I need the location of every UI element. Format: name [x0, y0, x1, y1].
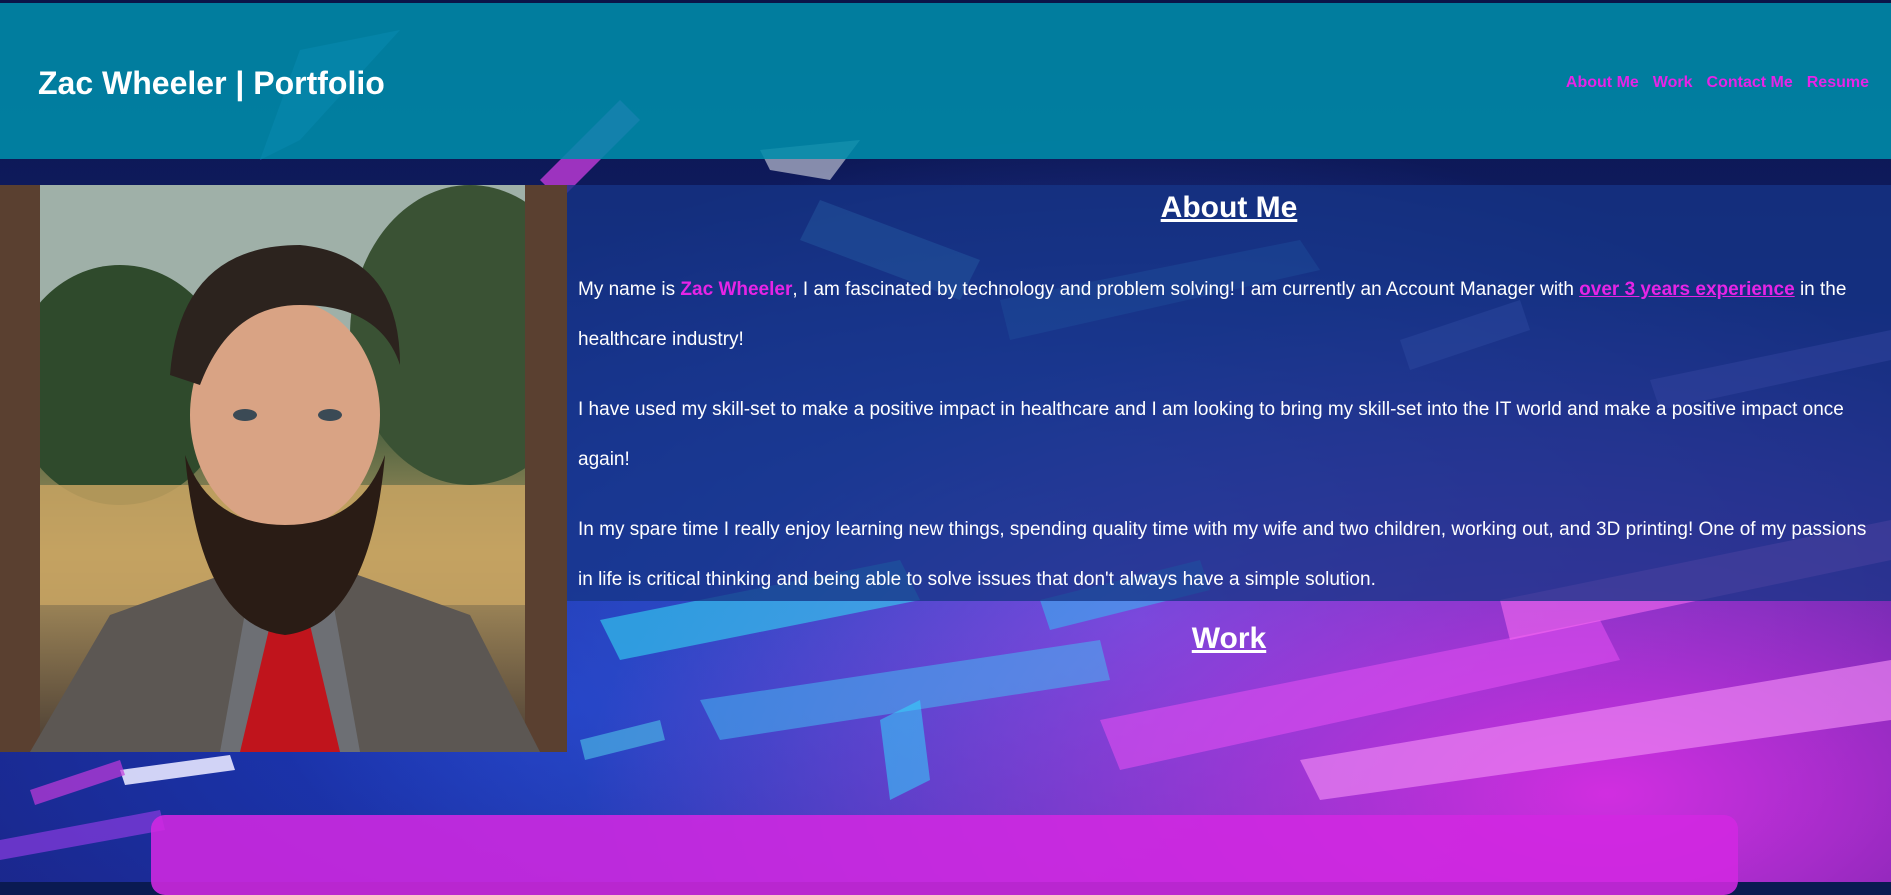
about-paragraph-1: My name is Zac Wheeler, I am fascinated …	[578, 265, 1883, 365]
profile-photo	[0, 185, 567, 752]
nav-link-contact-me[interactable]: Contact Me	[1707, 74, 1793, 92]
nav-link-work[interactable]: Work	[1653, 74, 1693, 92]
site-header: Zac Wheeler | Portfolio About Me Work Co…	[0, 3, 1891, 159]
about-paragraph-3: In my spare time I really enjoy learning…	[578, 519, 1867, 590]
about-heading: About Me	[1160, 191, 1298, 224]
work-card[interactable]	[151, 815, 1738, 895]
highlighted-name: Zac Wheeler	[680, 279, 793, 300]
experience-link[interactable]: over 3 years experience	[1579, 279, 1795, 300]
work-heading: Work	[1191, 622, 1267, 655]
main-nav: About Me Work Contact Me Resume	[1566, 74, 1869, 92]
nav-link-about-me[interactable]: About Me	[1566, 74, 1639, 92]
about-p1-prefix: My name is	[578, 279, 681, 300]
about-p1-middle: , I am fascinated by technology and prob…	[792, 279, 1580, 300]
about-paragraph-2: I have used my skill-set to make a posit…	[578, 399, 1844, 470]
about-section: About Me My name is Zac Wheeler, I am fa…	[567, 185, 1891, 601]
site-title[interactable]: Zac Wheeler | Portfolio	[38, 65, 385, 102]
about-text: My name is Zac Wheeler, I am fascinated …	[578, 265, 1883, 625]
nav-link-resume[interactable]: Resume	[1807, 74, 1869, 92]
